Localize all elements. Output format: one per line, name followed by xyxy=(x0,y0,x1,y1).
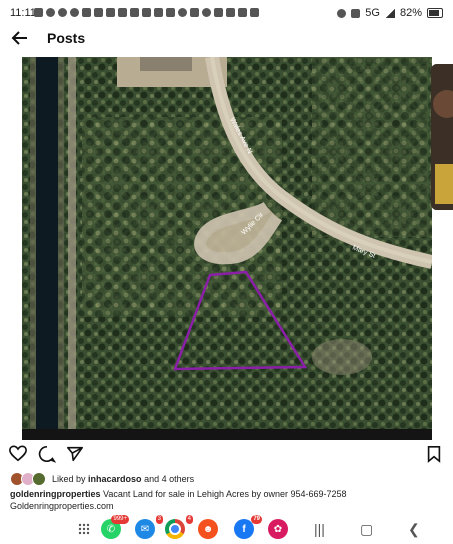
overflow-notification-icon xyxy=(250,8,259,17)
caption-username[interactable]: goldenringproperties xyxy=(10,489,101,499)
like-heart-icon[interactable] xyxy=(9,445,27,463)
share-send-icon[interactable] xyxy=(66,445,84,463)
battery-icon xyxy=(427,8,443,18)
mute-icon xyxy=(351,8,361,18)
house-roof xyxy=(140,57,192,71)
instagram-notification-icon xyxy=(166,8,175,17)
facebook-icon[interactable]: f 79 xyxy=(234,515,262,539)
page-title: Posts xyxy=(47,30,86,46)
youtube-notification-icon xyxy=(94,8,103,17)
next-post-thumbnail[interactable] xyxy=(431,64,453,210)
chat-notification-icon xyxy=(34,8,43,17)
messages-icon[interactable]: ✉ 3 xyxy=(135,515,163,539)
app-drawer-icon[interactable] xyxy=(78,523,90,535)
gallery-flower-icon[interactable]: ✿ xyxy=(268,519,288,539)
status-right: 5G 82% xyxy=(337,7,443,19)
home-icon[interactable]: ▢ xyxy=(360,521,373,538)
post-image[interactable]: Wales Ave N Wylie Cir Mary St xyxy=(22,57,432,440)
contacts-icon[interactable]: ☻ xyxy=(198,519,218,539)
facebook-notification-icon xyxy=(178,8,187,17)
settings-notification-icon xyxy=(238,8,247,17)
messenger-notification-icon xyxy=(46,8,55,17)
liker-avatars xyxy=(10,472,46,486)
canal xyxy=(36,57,58,440)
youtube-notification-icon xyxy=(106,8,115,17)
signal-icon xyxy=(384,8,395,18)
youtube-notification-icon xyxy=(130,8,139,17)
notification-badge: 3 xyxy=(155,515,163,524)
recent-apps-icon[interactable]: ||| xyxy=(314,521,325,537)
aerial-photo: Wales Ave N Wylie Cir Mary St xyxy=(22,57,432,440)
system-nav-bar: ✆ 999+ ✉ 3 4 ☻ f 79 ✿ ||| ▢ ❮ xyxy=(0,515,453,544)
link-notification-icon xyxy=(202,8,211,17)
messages-notification-icon xyxy=(226,8,235,17)
likes-suffix: and 4 others xyxy=(144,474,195,484)
youtube-notification-icon xyxy=(118,8,127,17)
chrome-icon[interactable]: 4 xyxy=(165,515,193,539)
instagram-notification-icon xyxy=(190,8,199,17)
youtube-notification-icon xyxy=(142,8,151,17)
liker-username[interactable]: inhacardoso xyxy=(88,474,142,484)
app-header: Posts xyxy=(0,26,453,52)
location-notification-icon xyxy=(214,8,223,17)
battery-label: 82% xyxy=(399,7,422,19)
status-bar: 11:11 5G 82% xyxy=(0,0,453,26)
likes-summary[interactable]: Liked by inhacardoso and 4 others xyxy=(10,472,194,486)
whatsapp-notification-icon xyxy=(58,8,67,17)
notification-badge: 999+ xyxy=(111,515,129,524)
facebook-notification-icon xyxy=(70,8,79,17)
comment-icon[interactable] xyxy=(38,445,56,463)
caption-text: Vacant Land for sale in Lehigh Acres by … xyxy=(103,489,347,499)
alarm-icon xyxy=(337,8,347,18)
notification-icons xyxy=(34,8,259,17)
likes-prefix: Liked by xyxy=(52,474,86,484)
back-nav-icon[interactable]: ❮ xyxy=(408,521,420,538)
youtube-notification-icon xyxy=(154,8,163,17)
post-caption: goldenringproperties Vacant Land for sal… xyxy=(10,488,440,512)
network-label: 5G xyxy=(365,7,380,19)
post-actions xyxy=(0,445,453,465)
avatar xyxy=(32,472,46,486)
caption-link[interactable]: Goldenringproperties.com xyxy=(10,501,114,511)
dirt-track xyxy=(68,57,76,440)
back-arrow-icon[interactable] xyxy=(10,28,30,48)
status-time: 11:11 xyxy=(10,7,36,19)
notification-badge: 79 xyxy=(251,515,262,524)
whatsapp-icon[interactable]: ✆ 999+ xyxy=(101,515,129,539)
notification-badge: 4 xyxy=(185,515,193,524)
youtube-notification-icon xyxy=(82,8,91,17)
bookmark-icon[interactable] xyxy=(425,445,443,463)
